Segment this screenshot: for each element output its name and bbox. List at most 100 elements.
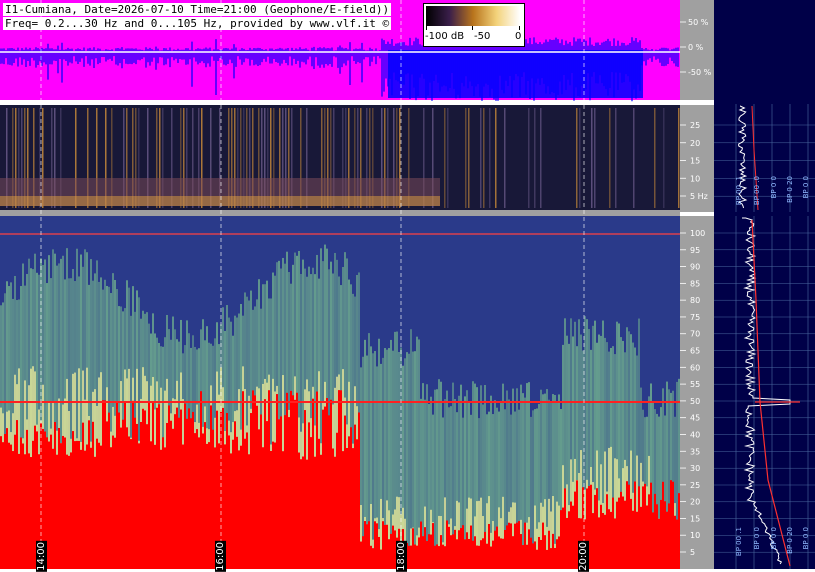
spectrogram-red-column xyxy=(314,456,316,569)
spectrogram-red-column xyxy=(532,543,534,569)
spectrogram-red-column xyxy=(16,420,18,569)
spectrogram-red-column xyxy=(568,511,570,569)
spectrogram-green-column xyxy=(554,394,556,569)
spectrogram-red-column xyxy=(182,444,184,569)
spectrogram-red-column xyxy=(452,534,454,569)
spectrogram-red-column xyxy=(536,549,538,569)
spectrogram-red-column xyxy=(226,412,228,569)
spectrogram-red-column xyxy=(542,522,544,569)
separator-2 xyxy=(0,210,680,216)
spectrogram-red-column xyxy=(436,544,438,569)
spectrogram-red-column xyxy=(148,402,150,569)
spectrogram-red-column xyxy=(512,536,514,569)
spectrogram-red-column xyxy=(670,480,672,569)
lowfreq-streak xyxy=(594,108,596,208)
spectrogram-red-column xyxy=(248,454,250,569)
lowfreq-side-panel xyxy=(714,102,815,214)
spectrogram-red-column xyxy=(614,518,616,569)
spectrogram-red-column xyxy=(270,450,272,569)
spectrogram-red-column xyxy=(128,436,130,569)
spectrogram-red-column xyxy=(118,412,120,569)
spectrogram-red-column xyxy=(324,406,326,569)
time-label-1800: 18:00 xyxy=(396,541,407,572)
fullfreq-y-tick: 70 xyxy=(690,330,700,339)
spectrogram-red-column xyxy=(640,506,642,569)
spectrogram-red-column xyxy=(2,442,4,569)
lowfreq-y-tick: 5 Hz xyxy=(690,192,708,201)
spectrogram-red-column xyxy=(208,442,210,569)
spectrogram-red-column xyxy=(442,544,444,569)
spectrogram-red-column xyxy=(464,539,466,569)
lowfreq-streak xyxy=(444,108,446,208)
spectrogram-red-column xyxy=(72,431,74,569)
spectrogram-red-column xyxy=(156,407,158,569)
spectrogram-red-column xyxy=(494,530,496,569)
spectrogram-red-column xyxy=(22,443,24,569)
colorbar-label-max: 0 xyxy=(515,31,522,42)
spectrogram-red-column xyxy=(480,540,482,569)
spectrogram-red-column xyxy=(352,448,354,569)
spectrogram-red-column xyxy=(250,413,252,569)
spectrogram-red-column xyxy=(560,510,562,569)
spectrogram-red-column xyxy=(158,404,160,569)
spectrogram-red-column xyxy=(82,422,84,569)
spectrogram-red-column xyxy=(574,491,576,569)
colorbar-tick xyxy=(426,26,427,30)
spectrogram-red-column xyxy=(172,428,174,569)
fullfreq-y-tick: 100 xyxy=(690,229,705,238)
spectrogram-red-column xyxy=(48,441,50,569)
lowfreq-streak xyxy=(579,108,581,208)
spectrogram-red-column xyxy=(434,545,436,569)
lowfreq-streak xyxy=(633,108,635,208)
spectrogram-red-column xyxy=(566,517,568,569)
fullfreq-y-tick: 20 xyxy=(690,498,700,507)
fullfreq-y-tick: 75 xyxy=(690,313,700,322)
spectrogram-red-column xyxy=(98,442,100,569)
spectrogram-green-column xyxy=(434,389,436,569)
spectrogram-red-column xyxy=(676,519,678,569)
spectrogram-red-column xyxy=(320,454,322,569)
spectrogram-red-column xyxy=(300,459,302,569)
waveform-y-tick: -50 % xyxy=(688,68,712,77)
spectrogram-red-column xyxy=(282,451,284,569)
spectrogram-red-column xyxy=(322,409,324,569)
lowfreq-streak xyxy=(654,108,656,208)
spectrogram-red-column xyxy=(438,546,440,569)
spectrogram-red-column xyxy=(622,496,624,569)
spectrogram-red-column xyxy=(370,545,372,569)
spectrogram-red-column xyxy=(608,509,610,569)
spectrogram-red-column xyxy=(298,452,300,569)
spectrogram-red-column xyxy=(266,421,268,569)
spectrogram-red-column xyxy=(590,484,592,569)
spectrogram-green-column xyxy=(522,393,524,569)
fullfreq-side-panel xyxy=(714,214,815,569)
spectrogram-red-column xyxy=(644,483,646,569)
spectrogram-red-column xyxy=(284,415,286,569)
spectrogram-red-column xyxy=(104,400,106,569)
spectrogram-red-column xyxy=(414,544,416,569)
spectrogram-red-column xyxy=(286,392,288,569)
spectrogram-red-column xyxy=(342,451,344,569)
lowfreq-band-bright xyxy=(0,196,440,206)
spectrogram-red-column xyxy=(252,390,254,569)
spectrogram-red-column xyxy=(486,543,488,569)
spectrogram-red-column xyxy=(8,442,10,569)
spectrogram-red-column xyxy=(240,445,242,569)
spectrogram-red-column xyxy=(318,438,320,569)
spectrogram-red-column xyxy=(66,454,68,569)
spectrogram-red-column xyxy=(610,511,612,569)
side-lower-axis-label-4: BP 0 20 xyxy=(786,527,794,554)
fullfreq-y-tick: 5 xyxy=(690,548,695,557)
spectrogram-green-column xyxy=(406,352,408,569)
spectrogram-red-column xyxy=(564,488,566,569)
spectrogram-red-column xyxy=(526,544,528,569)
spectrogram-red-column xyxy=(496,526,498,569)
spectrogram-red-column xyxy=(554,547,556,569)
spectrogram-red-column xyxy=(334,456,336,569)
spectrogram-red-column xyxy=(140,421,142,569)
spectrogram-red-column xyxy=(188,408,190,569)
spectrogram-red-column xyxy=(538,536,540,569)
spectrogram-red-column xyxy=(112,435,114,569)
spectrogram-red-column xyxy=(110,447,112,569)
spectrogram-red-column xyxy=(562,507,564,569)
